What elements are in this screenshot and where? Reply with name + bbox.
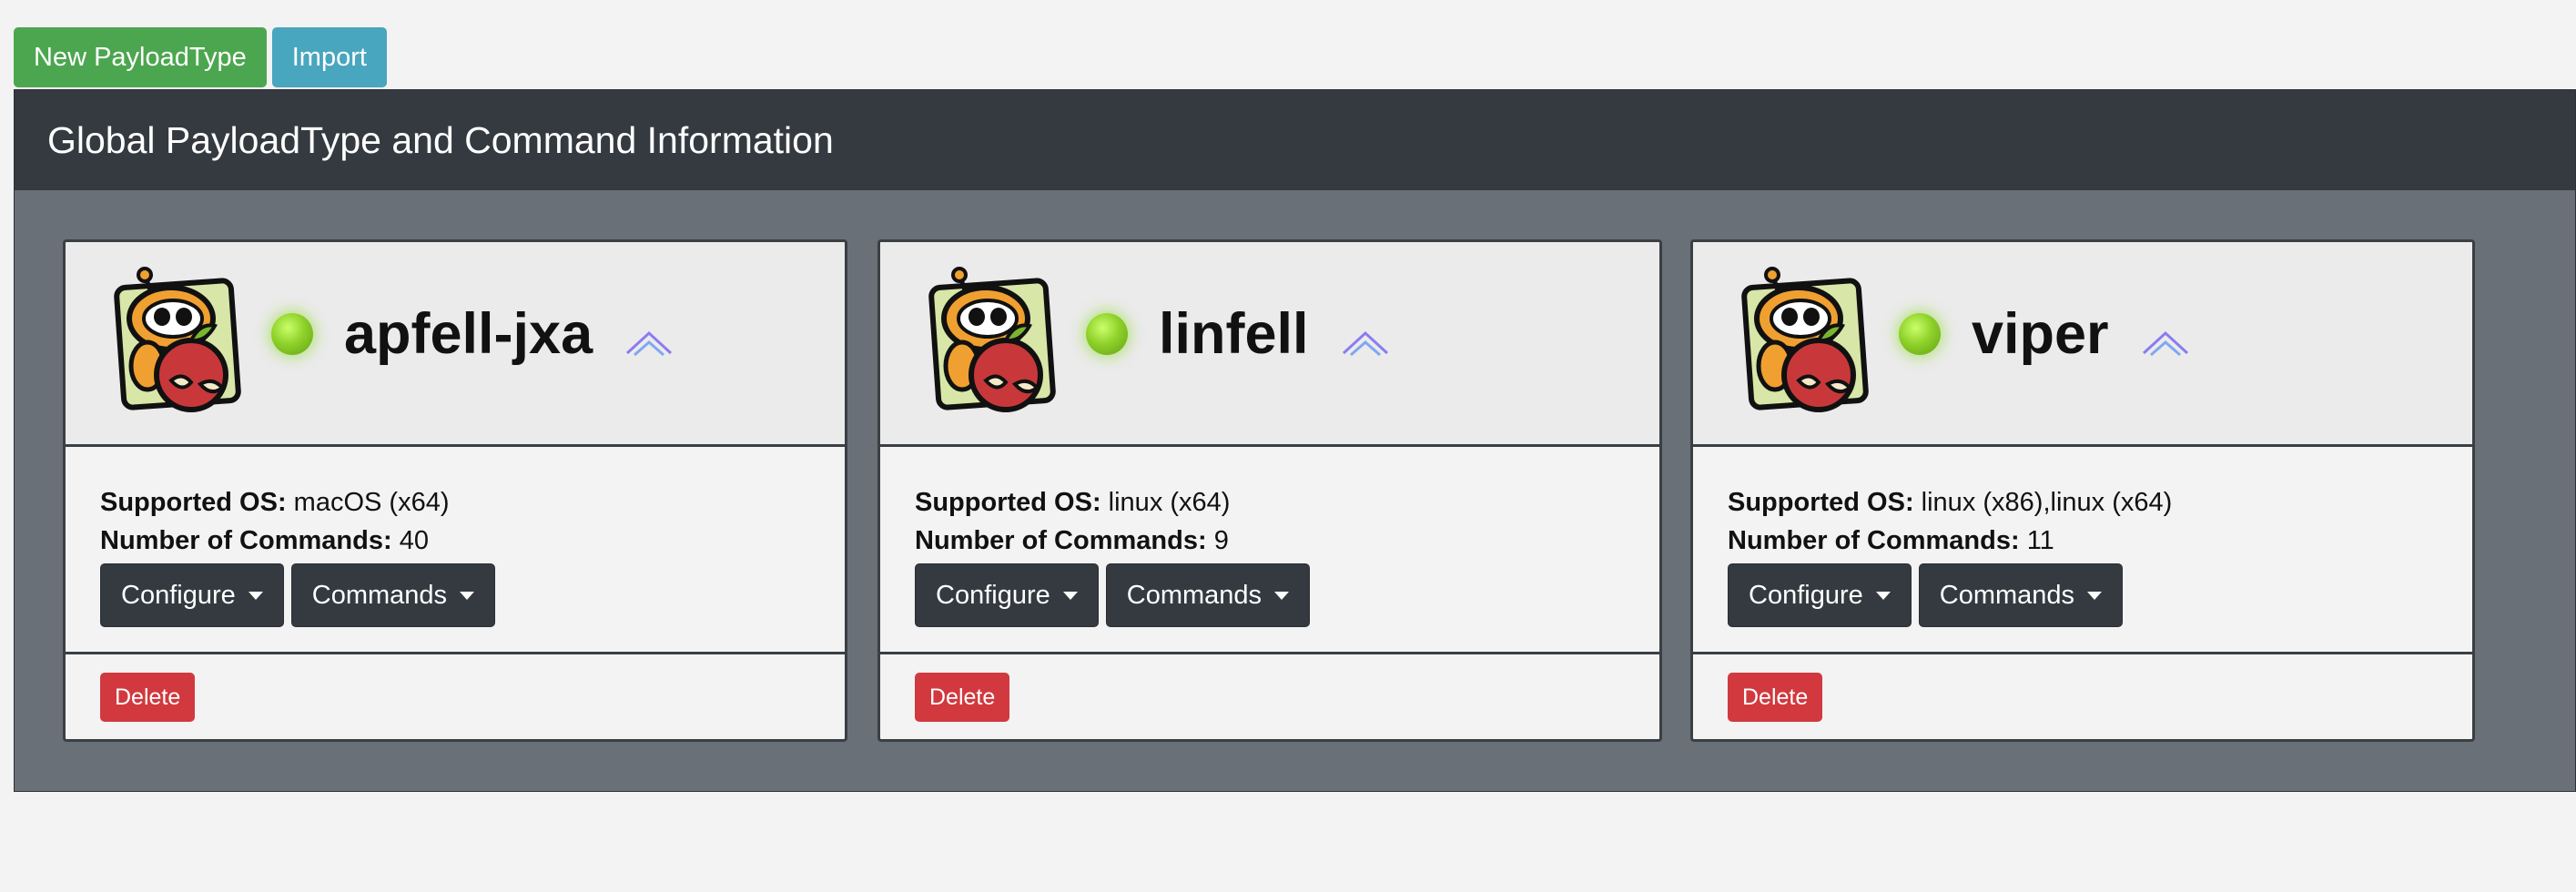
delete-button[interactable]: Delete (915, 673, 1010, 722)
payloadtype-card-2: viper Supported OS: linux (x86),linux (x… (1690, 239, 2475, 742)
caret-down-icon (1875, 591, 1891, 600)
import-button[interactable]: Import (271, 27, 387, 87)
payloadtype-name: viper (1972, 302, 2109, 366)
commands-label: Commands (1126, 580, 1263, 610)
configure-label: Configure (936, 580, 1050, 610)
configure-dropdown-button[interactable]: Configure (100, 563, 284, 627)
card-footer: Delete (1693, 654, 2472, 739)
supported-os-value: linux (x64) (1108, 488, 1231, 517)
card-body: Supported OS: linux (x86),linux (x64) Nu… (1693, 447, 2472, 654)
card-body: Supported OS: linux (x64) Number of Comm… (880, 447, 1659, 654)
caret-down-icon (2087, 591, 2103, 600)
configure-label: Configure (121, 580, 236, 610)
supported-os-value: linux (x86),linux (x64) (1921, 488, 2173, 517)
status-online-icon (1899, 313, 1941, 355)
dropdown-row: Configure Commands (1728, 563, 2438, 627)
card-header: viper (1693, 242, 2472, 447)
caret-down-icon (248, 591, 263, 600)
num-commands-value: 40 (399, 526, 429, 555)
card-header: apfell-jxa (66, 242, 845, 447)
num-commands-label: Number of Commands: (100, 526, 392, 555)
card-body: Supported OS: macOS (x64) Number of Comm… (66, 447, 845, 654)
chevron-up-icon[interactable] (1342, 328, 1389, 360)
panel-header: Global PayloadType and Command Informati… (15, 90, 2575, 190)
card-footer: Delete (880, 654, 1659, 739)
dropdown-row: Configure Commands (915, 563, 1625, 627)
caret-down-icon (460, 591, 475, 600)
caret-down-icon (1274, 591, 1290, 600)
supported-os-label: Supported OS: (100, 488, 287, 517)
supported-os-value: macOS (x64) (293, 488, 450, 517)
num-commands-label: Number of Commands: (915, 526, 1207, 555)
chevron-up-icon[interactable] (2142, 328, 2189, 360)
card-header: linfell (880, 242, 1659, 447)
commands-dropdown-button[interactable]: Commands (290, 563, 496, 627)
new-payloadtype-button[interactable]: New PayloadType (14, 27, 267, 87)
robot-apple-logo-icon (928, 267, 1056, 412)
commands-dropdown-button[interactable]: Commands (1105, 563, 1311, 627)
robot-apple-logo-icon (114, 267, 241, 412)
supported-os-label: Supported OS: (1728, 488, 1914, 517)
num-commands-value: 11 (2026, 526, 2054, 555)
top-toolbar: New PayloadType Import (14, 27, 387, 87)
num-commands-line: Number of Commands: 40 (100, 522, 810, 560)
configure-dropdown-button[interactable]: Configure (1728, 563, 1912, 627)
num-commands-line: Number of Commands: 9 (915, 522, 1625, 560)
configure-label: Configure (1749, 580, 1863, 610)
num-commands-value: 9 (1213, 526, 1229, 555)
configure-dropdown-button[interactable]: Configure (915, 563, 1099, 627)
dropdown-row: Configure Commands (100, 563, 810, 627)
chevron-up-icon[interactable] (625, 328, 673, 360)
payloadtype-panel: Global PayloadType and Command Informati… (14, 89, 2576, 792)
card-footer: Delete (66, 654, 845, 739)
commands-dropdown-button[interactable]: Commands (1918, 563, 2124, 627)
supported-os-line: Supported OS: linux (x86),linux (x64) (1728, 483, 2438, 522)
delete-button[interactable]: Delete (1728, 673, 1823, 722)
num-commands-line: Number of Commands: 11 (1728, 522, 2438, 560)
supported-os-line: Supported OS: macOS (x64) (100, 483, 810, 522)
payloadtype-card-0: apfell-jxa Supported OS: macOS (x64) Num… (63, 239, 847, 742)
status-online-icon (271, 313, 313, 355)
commands-label: Commands (1939, 580, 2075, 610)
commands-label: Commands (311, 580, 448, 610)
payloadtype-name: linfell (1159, 302, 1309, 366)
supported-os-label: Supported OS: (915, 488, 1101, 517)
payloadtype-card-1: linfell Supported OS: linux (x64) Number… (877, 239, 1662, 742)
caret-down-icon (1062, 591, 1078, 600)
status-online-icon (1086, 313, 1128, 355)
payloadtype-name: apfell-jxa (344, 302, 593, 366)
robot-apple-logo-icon (1741, 267, 1869, 412)
num-commands-label: Number of Commands: (1728, 526, 2020, 555)
supported-os-line: Supported OS: linux (x64) (915, 483, 1625, 522)
panel-title: Global PayloadType and Command Informati… (47, 118, 834, 161)
delete-button[interactable]: Delete (100, 673, 196, 722)
